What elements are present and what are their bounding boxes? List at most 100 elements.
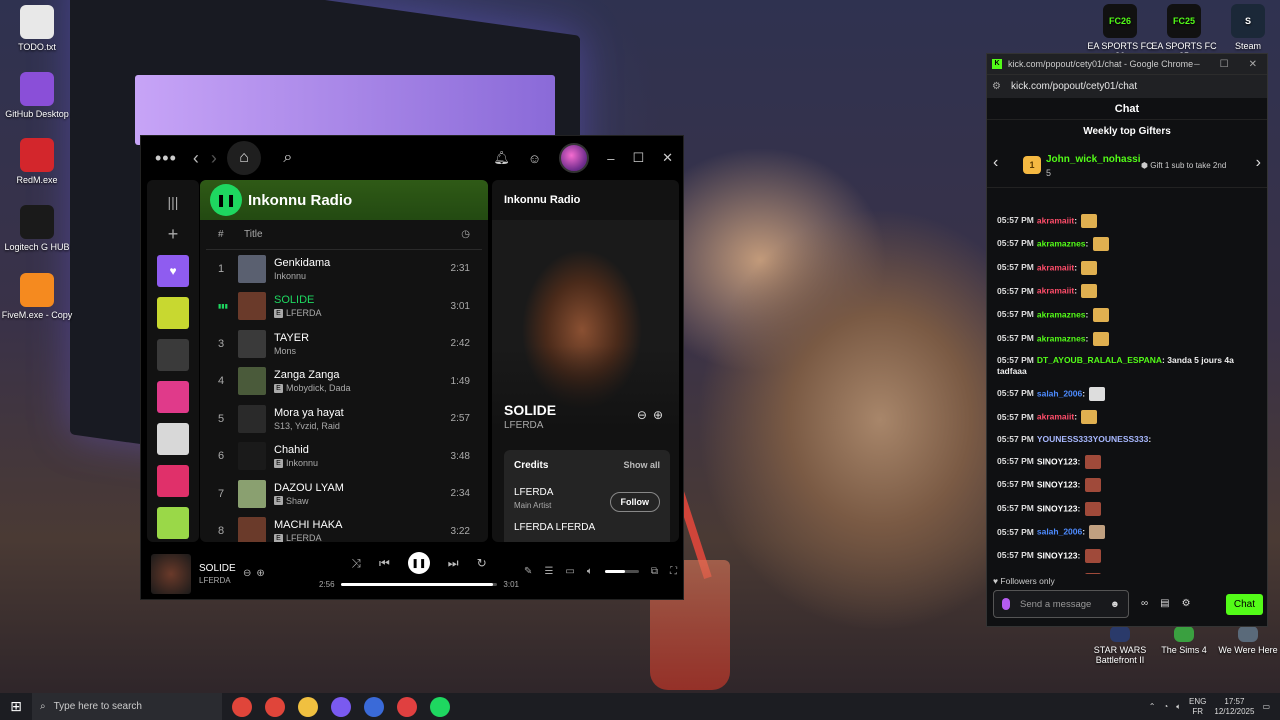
message-username[interactable]: akramaznes — [1037, 238, 1086, 248]
track-name[interactable]: Genkidama — [274, 257, 440, 269]
track-row[interactable]: 3 TAYER Mons 2:42 — [200, 325, 488, 363]
desktop-icon[interactable]: GitHub Desktop — [0, 72, 74, 119]
create-icon[interactable]: + — [147, 224, 199, 245]
track-name[interactable]: Mora ya hayat — [274, 407, 440, 419]
back-icon[interactable]: ‹ — [193, 148, 199, 169]
track-row[interactable]: 7 DAZOU LYAM E Shaw 2:34 — [200, 475, 488, 513]
address-bar[interactable]: ⚙ kick.com/popout/cety01/chat — [987, 74, 1267, 98]
emote-icon[interactable] — [1084, 454, 1101, 469]
shuffle-icon[interactable]: ⤨ — [351, 556, 361, 571]
fullscreen-icon[interactable]: ⛶ — [670, 566, 677, 577]
player-thumbnail[interactable] — [151, 553, 191, 594]
message-username[interactable]: SINOY123 — [1037, 503, 1078, 513]
tray-overflow-icon[interactable]: ⌃ — [1149, 702, 1156, 711]
desktop-icon[interactable]: STAR WARS Battlefront II — [1083, 626, 1157, 665]
taskbar-app-icon[interactable] — [232, 696, 252, 717]
chat-input[interactable]: Send a message ☻ — [993, 590, 1129, 618]
message-username[interactable]: akramaiit — [1037, 215, 1074, 225]
gear-icon[interactable]: ⚙ — [1182, 598, 1191, 609]
now-playing-song[interactable]: SOLIDE — [504, 402, 556, 418]
message-username[interactable]: SINOY123 — [1037, 456, 1078, 466]
show-all-link[interactable]: Show all — [623, 460, 660, 471]
add-icon[interactable]: ⊕ — [256, 568, 269, 579]
emote-icon[interactable] — [1084, 501, 1101, 516]
message-username[interactable]: salah_2006 — [1037, 527, 1082, 537]
taskbar-app-icon[interactable] — [331, 696, 351, 717]
taskbar-app-icon[interactable] — [298, 696, 318, 717]
progress-bar[interactable] — [340, 583, 498, 586]
emote-icon[interactable] — [1081, 410, 1098, 425]
desktop-icon[interactable]: The Sims 4 — [1147, 626, 1221, 655]
close-icon[interactable]: ✕ — [662, 150, 673, 166]
remove-icon[interactable]: ⊖ — [637, 408, 653, 422]
emote-icon[interactable] — [1092, 237, 1109, 252]
friends-icon[interactable]: ☺ — [528, 151, 541, 166]
play-pause-button[interactable]: ❚❚ — [407, 552, 430, 574]
track-name[interactable]: SOLIDE — [274, 294, 440, 306]
message-username[interactable]: DT_AYOUB_RALALA_ESPANA — [1037, 355, 1162, 365]
volume-icon[interactable]: 🔈︎ — [587, 566, 593, 577]
taskbar-app-icon[interactable] — [430, 696, 450, 717]
message-username[interactable]: salah_2006 — [1037, 388, 1082, 398]
bell-icon[interactable]: 🔔︎ — [493, 150, 510, 166]
message-username[interactable]: SINOY123 — [1037, 550, 1078, 560]
store-icon[interactable]: ▤ — [1160, 598, 1169, 609]
liked-songs-tile[interactable]: ♥ — [157, 255, 189, 287]
track-row[interactable]: 5 Mora ya hayat S13, Yvzid, Raid 2:57 — [200, 400, 488, 438]
emote-icon[interactable] — [1081, 260, 1098, 275]
emote-icon[interactable] — [1081, 284, 1098, 299]
library-playlist-tile[interactable] — [157, 381, 189, 413]
message-username[interactable]: akramaiit — [1037, 412, 1074, 422]
track-row[interactable]: 4 Zanga Zanga E Mobydick, Dada 1:49 — [200, 363, 488, 401]
library-playlist-tile[interactable] — [157, 423, 189, 455]
emote-icon[interactable] — [1084, 548, 1101, 563]
track-name[interactable]: DAZOU LYAM — [274, 482, 440, 494]
library-playlist-tile[interactable] — [157, 339, 189, 371]
track-artist[interactable]: Shaw — [286, 496, 309, 506]
library-playlist-tile[interactable] — [157, 507, 189, 539]
track-artist[interactable]: S13, Yvzid, Raid — [274, 421, 340, 431]
taskbar-search[interactable]: ⌕ Type here to search — [32, 693, 222, 720]
credit-artist-2[interactable]: LFERDA LFERDA — [514, 522, 660, 533]
emote-icon[interactable] — [1089, 525, 1106, 540]
emote-icon[interactable] — [1084, 572, 1101, 574]
track-name[interactable]: Chahid — [274, 444, 440, 456]
queue-icon[interactable]: ☰ — [544, 566, 553, 577]
library-playlist-tile[interactable] — [157, 465, 189, 497]
message-username[interactable]: akramaznes — [1037, 309, 1086, 319]
track-artist[interactable]: LFERDA — [286, 308, 322, 318]
emote-icon[interactable] — [1081, 213, 1098, 228]
lyrics-icon[interactable]: ✎ — [524, 566, 532, 577]
chevron-left-icon[interactable]: ‹ — [993, 154, 998, 172]
track-row[interactable]: 8 MACHI HAKA E LFERDA 3:22 — [200, 513, 488, 542]
desktop-icon[interactable]: FiveM.exe - Copy — [0, 273, 74, 320]
track-row[interactable]: 6 Chahid E Inkonnu 3:48 — [200, 438, 488, 476]
col-title[interactable]: Title — [244, 229, 461, 240]
home-icon[interactable]: ⌂ — [226, 141, 261, 175]
player-song[interactable]: SOLIDE — [199, 563, 239, 574]
device-icon[interactable]: ▭ — [565, 566, 574, 577]
message-username[interactable]: YOUNESS333YOUNESS333 — [1037, 434, 1149, 444]
clock[interactable]: 17:57 12/12/2025 — [1214, 697, 1254, 717]
close-icon[interactable]: ✕ — [1249, 59, 1257, 70]
taskbar-app-icon[interactable] — [265, 696, 285, 717]
wifi-icon[interactable]: ◔ — [1163, 702, 1168, 711]
message-username[interactable]: SINOY123 — [1037, 479, 1078, 489]
maximize-icon[interactable]: ☐ — [632, 150, 644, 166]
emote-icon[interactable] — [1084, 478, 1101, 493]
language-indicator[interactable]: ENG FR — [1189, 697, 1206, 717]
emote-icon[interactable] — [1092, 331, 1109, 346]
desktop-icon[interactable]: We Were Here — [1211, 626, 1280, 655]
taskbar-app-icon[interactable] — [397, 696, 417, 717]
notifications-icon[interactable]: ▭ — [1262, 702, 1270, 711]
remove-icon[interactable]: ⊖ — [243, 568, 256, 579]
library-playlist-tile[interactable] — [157, 297, 189, 329]
track-name[interactable]: MACHI HAKA — [274, 519, 440, 531]
points-icon[interactable]: ∞ — [1141, 598, 1148, 609]
minimize-icon[interactable]: – — [1194, 59, 1200, 70]
emoji-icon[interactable]: ☻ — [1110, 599, 1120, 610]
player-artist[interactable]: LFERDA — [199, 576, 239, 585]
previous-icon[interactable]: ⏮︎ — [379, 556, 390, 571]
volume-slider[interactable] — [604, 570, 639, 573]
maximize-icon[interactable]: ☐ — [1220, 59, 1229, 70]
